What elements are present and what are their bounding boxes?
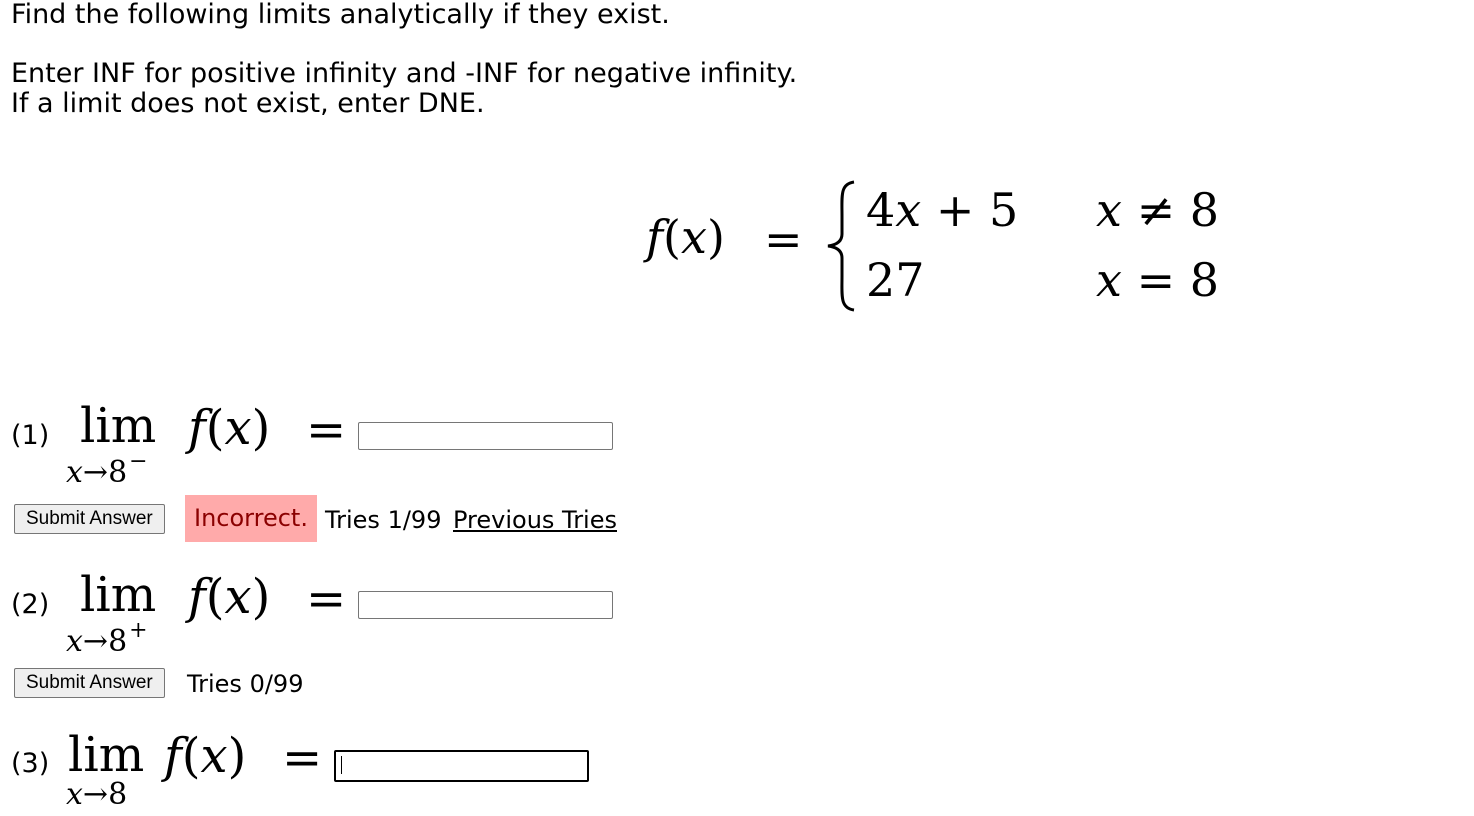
part-3-label: (3) xyxy=(11,748,50,779)
piecewise-lhs: f(x) xyxy=(646,210,725,264)
instructions-line-3: If a limit does not exist, enter DNE. xyxy=(11,88,485,119)
part-1-submit-button[interactable]: Submit Answer xyxy=(14,504,165,534)
piecewise-row2-expression: 27 xyxy=(866,253,925,307)
function-argument: x xyxy=(224,569,252,625)
part-3-answer-input[interactable] xyxy=(334,750,589,782)
part-2-tries: Tries 0/99 xyxy=(187,670,304,698)
sub-value: 8 xyxy=(108,777,128,812)
open-paren: ( xyxy=(205,569,225,625)
part-1-tries: Tries 1/99 xyxy=(325,506,442,534)
sub-direction: − xyxy=(129,449,148,474)
equals-sign: = xyxy=(1136,253,1176,307)
sub-variable: x xyxy=(66,777,83,812)
part-1-equals: = xyxy=(306,402,347,458)
part-3-function: f(x) xyxy=(164,728,246,784)
part-1-limit-subscript: x→8− xyxy=(66,449,148,490)
condition-value: 8 xyxy=(1189,183,1220,237)
function-name: f xyxy=(164,728,182,784)
part-1-answer-input[interactable] xyxy=(358,422,613,450)
function-argument: x xyxy=(680,210,707,264)
expression-rest: + 5 xyxy=(921,183,1019,237)
arrow-icon: → xyxy=(82,777,109,812)
part-1-function: f(x) xyxy=(188,400,270,456)
condition-variable: x xyxy=(1096,183,1122,237)
part-2-submit-button[interactable]: Submit Answer xyxy=(14,668,165,698)
coefficient: 4 xyxy=(866,183,896,237)
part-2-answer-input[interactable] xyxy=(358,591,613,619)
function-name: f xyxy=(188,569,206,625)
condition-variable: x xyxy=(1096,253,1122,307)
close-paren: ) xyxy=(706,210,725,264)
open-paren: ( xyxy=(181,728,201,784)
part-1-previous-tries-link[interactable]: Previous Tries xyxy=(453,505,617,535)
close-paren: ) xyxy=(251,569,271,625)
sub-value: 8 xyxy=(108,455,128,490)
condition-value: 8 xyxy=(1189,253,1220,307)
part-2-function: f(x) xyxy=(188,569,270,625)
function-name: f xyxy=(646,210,664,264)
piecewise-row1-condition: x ≠ 8 xyxy=(1096,183,1219,237)
variable: x xyxy=(895,183,922,237)
part-1-label: (1) xyxy=(11,420,50,451)
not-equal-sign: ≠ xyxy=(1136,183,1176,237)
part-1-status-badge: Incorrect. xyxy=(185,495,317,542)
part-3-equals: = xyxy=(282,730,323,786)
part-3-limit-subscript: x→8 xyxy=(66,777,127,812)
open-paren: ( xyxy=(205,400,225,456)
arrow-icon: → xyxy=(82,455,109,490)
sub-value: 8 xyxy=(108,624,128,659)
left-brace-icon xyxy=(827,180,855,312)
function-name: f xyxy=(188,400,206,456)
part-2-lim: lim xyxy=(80,567,157,623)
function-argument: x xyxy=(224,400,252,456)
sub-variable: x xyxy=(66,624,83,659)
open-paren: ( xyxy=(663,210,681,264)
part-2-limit-subscript: x→8+ xyxy=(66,618,148,659)
sub-variable: x xyxy=(66,455,83,490)
function-argument: x xyxy=(200,728,228,784)
piecewise-row1-expression: 4x + 5 xyxy=(866,183,1018,237)
instructions-line-1: Find the following limits analytically i… xyxy=(11,0,670,30)
part-2-label: (2) xyxy=(11,589,50,620)
close-paren: ) xyxy=(251,400,271,456)
piecewise-equals: = xyxy=(764,212,803,266)
arrow-icon: → xyxy=(82,624,109,659)
sub-direction: + xyxy=(129,618,148,643)
part-3-lim: lim xyxy=(68,727,145,783)
piecewise-row2-condition: x = 8 xyxy=(1096,253,1219,307)
instructions-line-2: Enter INF for positive infinity and -INF… xyxy=(11,58,798,89)
part-2-equals: = xyxy=(306,571,347,627)
close-paren: ) xyxy=(227,728,247,784)
part-1-lim: lim xyxy=(80,398,157,454)
text-caret xyxy=(341,756,342,774)
